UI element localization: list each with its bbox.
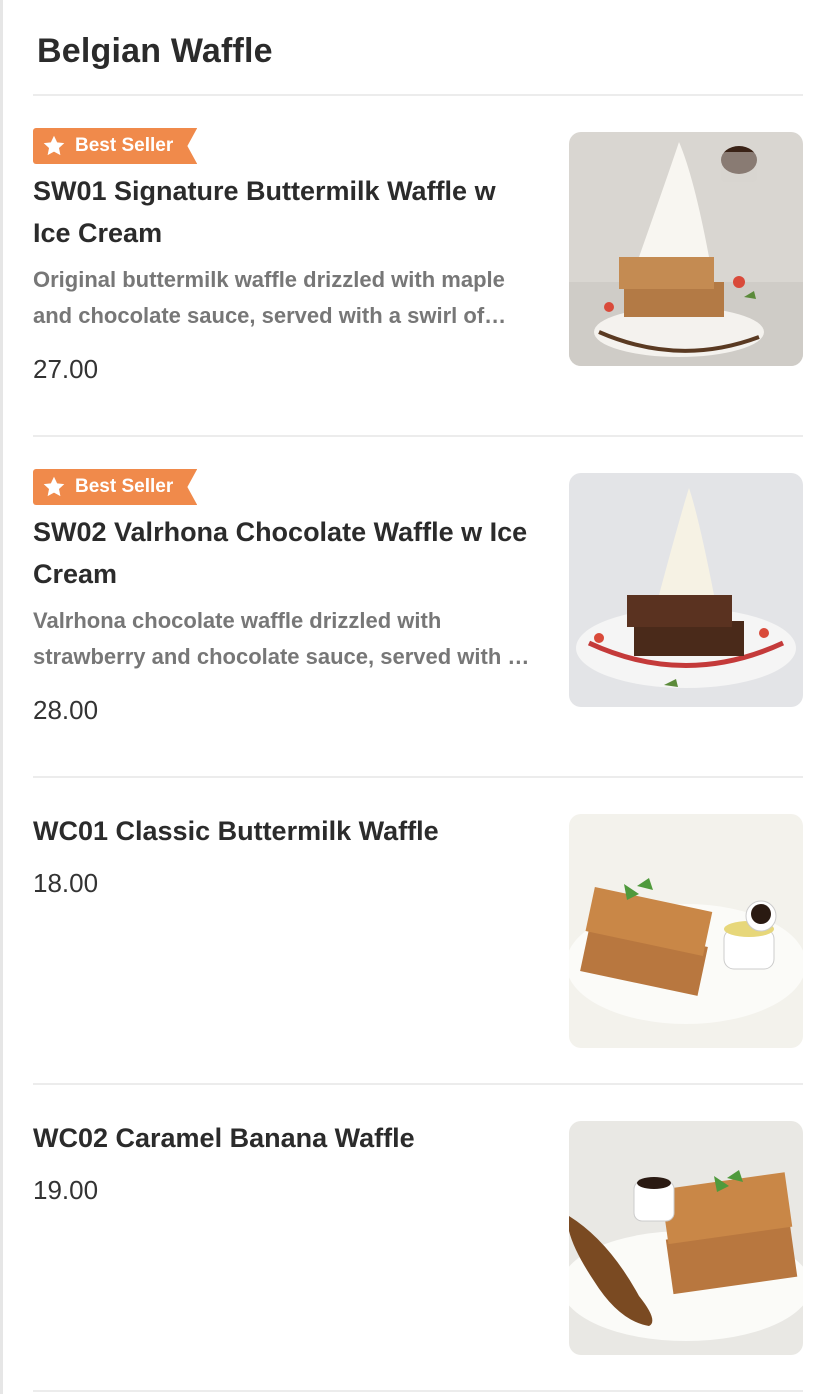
badge-label: Best Seller — [75, 135, 174, 156]
item-divider — [33, 1390, 803, 1392]
badge-label: Best Seller — [75, 476, 174, 497]
section-title: Belgian Waffle — [37, 32, 273, 70]
section-divider — [33, 94, 803, 96]
menu-item-sw02[interactable]: Best Seller SW02 Valrhona Chocolate Waff… — [33, 469, 803, 769]
item-price: 28.00 — [33, 695, 99, 725]
item-price: 18.00 — [33, 868, 99, 898]
best-seller-badge: Best Seller — [33, 128, 198, 164]
menu-item-wc02[interactable]: WC02 Caramel Banana Waffle 19.00 — [33, 1117, 803, 1357]
item-title: SW02 Valrhona Chocolate Waffle w Ice Cre… — [33, 511, 538, 595]
item-photo[interactable] — [569, 132, 803, 366]
item-price: 19.00 — [33, 1175, 99, 1205]
item-divider — [33, 1083, 803, 1085]
star-icon — [43, 135, 65, 156]
star-icon — [43, 476, 65, 497]
item-photo[interactable] — [569, 1121, 803, 1355]
best-seller-badge: Best Seller — [33, 469, 198, 505]
item-description: Valrhona chocolate waffle drizzled with … — [33, 608, 530, 669]
item-title-line1: SW01 Signature Buttermilk Waffle w — [33, 176, 496, 206]
item-divider — [33, 435, 803, 437]
menu-section: Belgian Waffle Best Seller SW01 Signatur… — [0, 0, 820, 1394]
menu-item-sw01[interactable]: Best Seller SW01 Signature Buttermilk Wa… — [33, 128, 803, 428]
item-description: Original buttermilk waffle drizzled with… — [33, 267, 507, 328]
item-title-line2: Ice Cream — [33, 218, 163, 248]
item-price: 27.00 — [33, 354, 99, 384]
item-title: WC02 Caramel Banana Waffle — [33, 1117, 538, 1159]
item-title: SW01 Signature Buttermilk Waffle w Ice C… — [33, 170, 538, 254]
item-divider — [33, 776, 803, 778]
item-photo[interactable] — [569, 814, 803, 1048]
item-title-line1: WC02 Caramel Banana Waffle — [33, 1123, 415, 1153]
item-title: WC01 Classic Buttermilk Waffle — [33, 810, 538, 852]
item-photo[interactable] — [569, 473, 803, 707]
item-title-line1: WC01 Classic Buttermilk Waffle — [33, 816, 439, 846]
item-title-line2: Cream — [33, 559, 118, 589]
item-title-line1: SW02 Valrhona Chocolate Waffle w Ice — [33, 517, 528, 547]
menu-item-wc01[interactable]: WC01 Classic Buttermilk Waffle 18.00 — [33, 810, 803, 1050]
